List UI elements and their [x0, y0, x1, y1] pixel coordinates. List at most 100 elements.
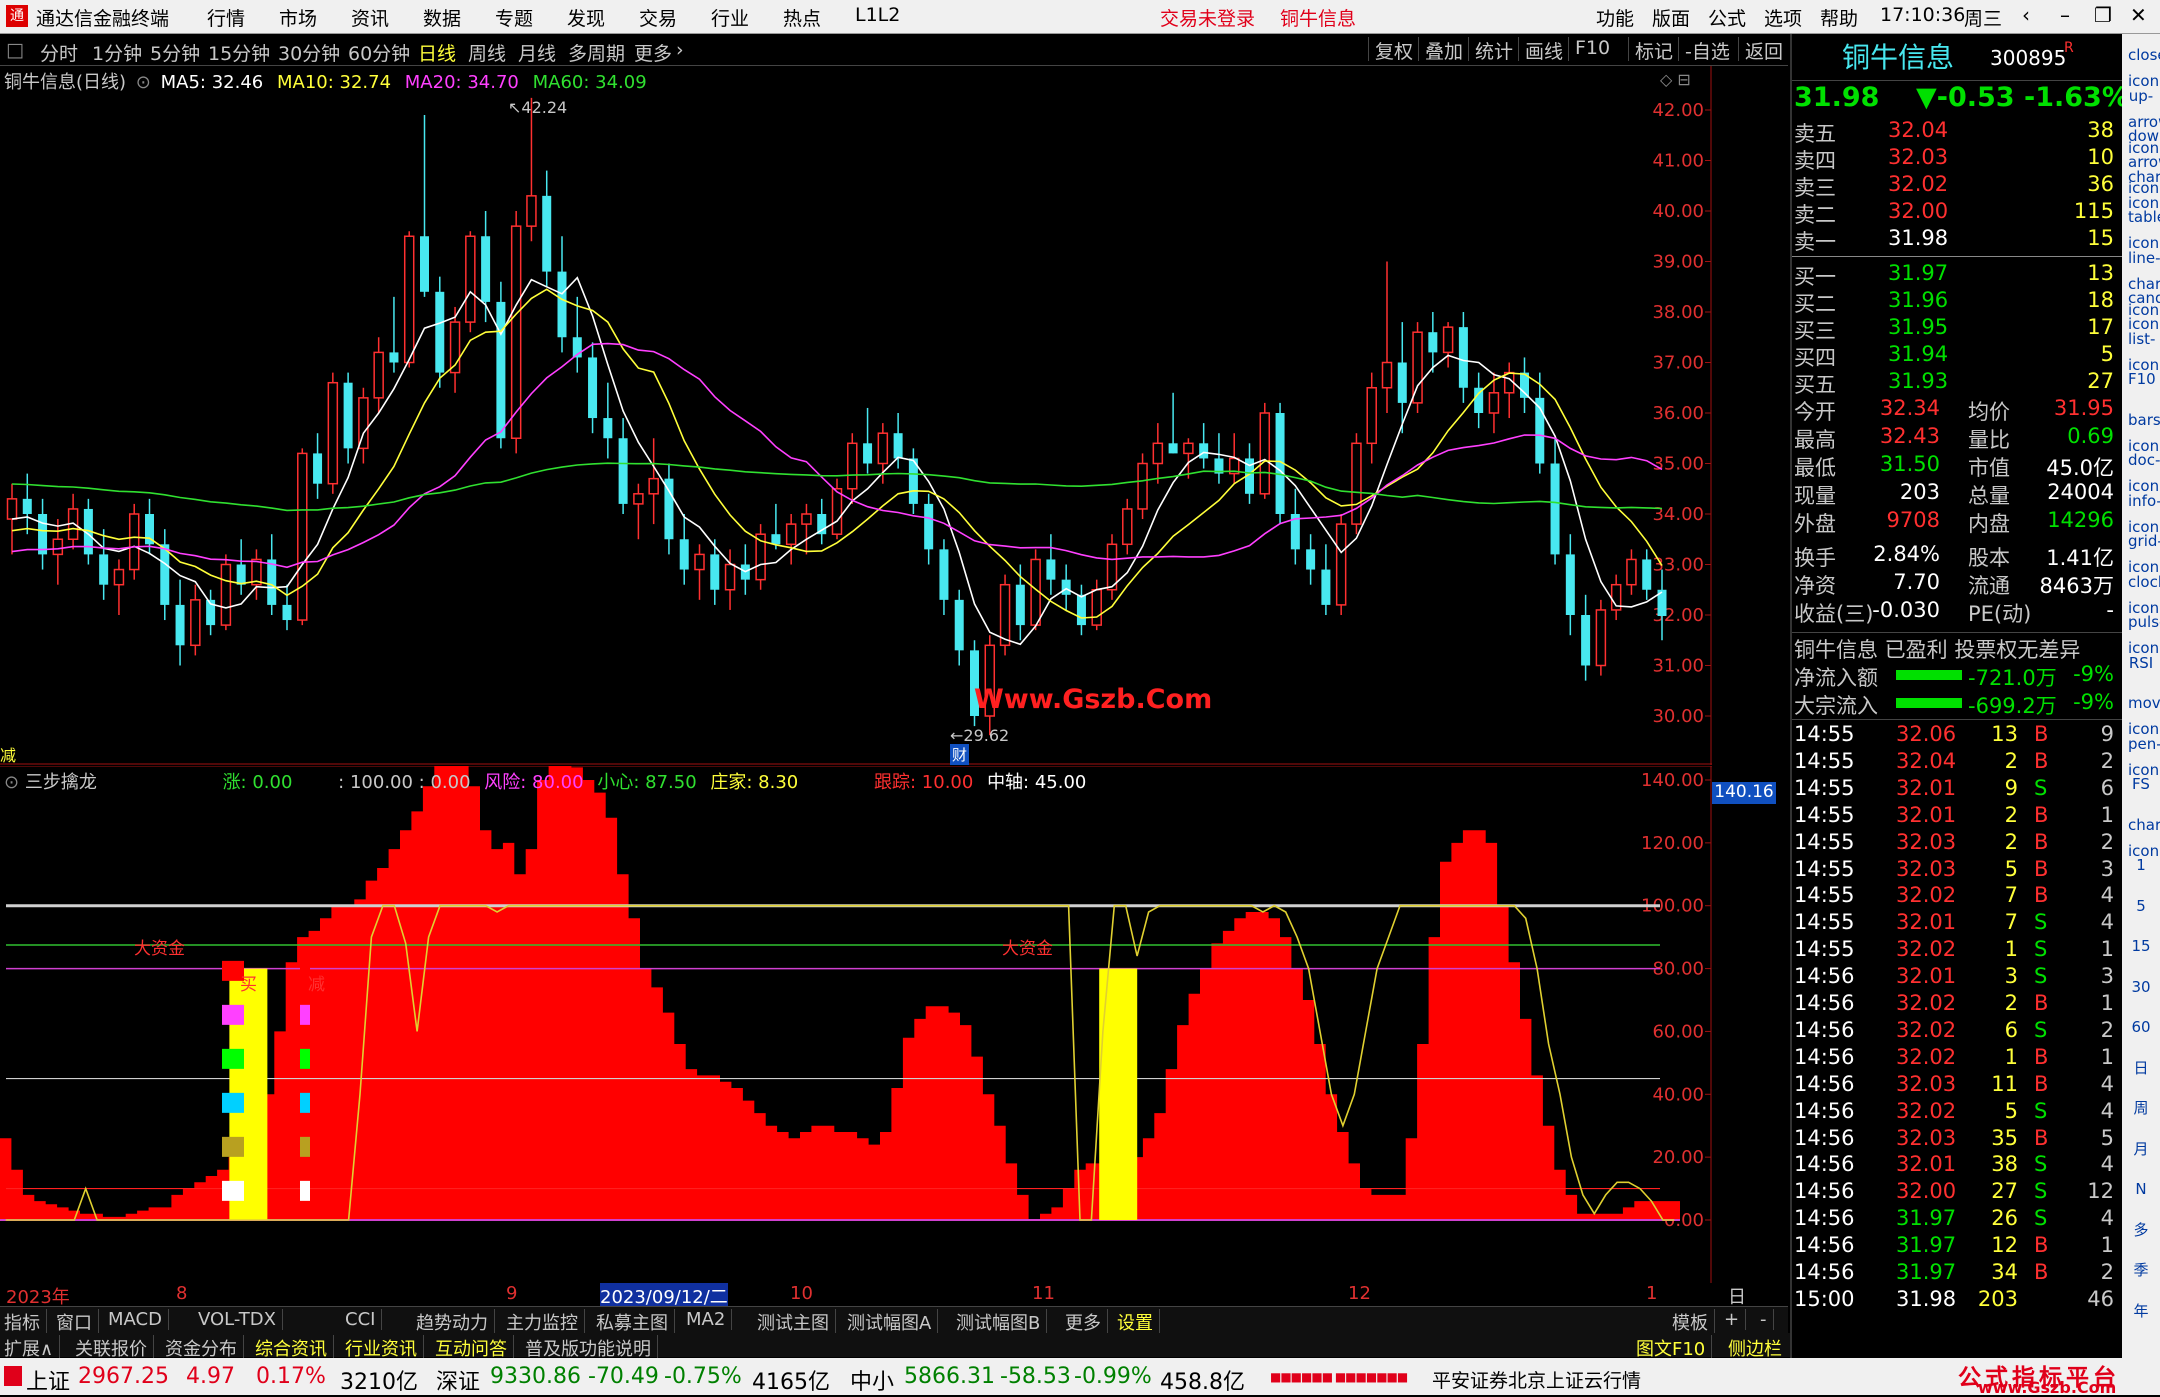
minimize-icon[interactable]: – [2060, 3, 2070, 27]
tick-row[interactable]: 14:56 31.97 34 B 2 [1792, 1260, 2118, 1286]
period-more[interactable]: 更多 [634, 39, 672, 66]
candle-icon[interactable]: candle-icon [2128, 285, 2160, 333]
period-shortcut-18[interactable]: FS [2128, 771, 2154, 797]
settings-icon[interactable]: ⊙ [136, 72, 151, 93]
period-multi[interactable]: 多周期 [568, 39, 625, 66]
btn-diejia[interactable]: 叠加 [1418, 37, 1463, 63]
tick-row[interactable]: 14:56 32.03 35 B 5 [1792, 1126, 2118, 1152]
period-shortcut-15[interactable]: RSI [2128, 650, 2154, 676]
caibao-marker[interactable]: 财 [950, 744, 970, 765]
tick-row[interactable]: 14:55 32.01 7 S 4 [1792, 910, 2118, 936]
period-shortcut-31[interactable]: 年 [2128, 1298, 2154, 1324]
btn-huaxian[interactable]: 画线 [1518, 37, 1563, 63]
indicator-tab[interactable]: MA2 [686, 1309, 733, 1330]
restore-icon[interactable]: ❐ [2094, 3, 2112, 27]
chart-icon[interactable]: chart-icon [2128, 164, 2160, 212]
menu-shuju[interactable]: 数据 [423, 4, 461, 31]
period-shortcut-30[interactable]: 季 [2128, 1257, 2154, 1283]
period-shortcut-22[interactable]: 15 [2128, 933, 2154, 959]
bid-row[interactable]: 买五 31.93 27 [1792, 369, 2118, 397]
up-arrow-icon[interactable]: up-arrow-icon [2128, 83, 2160, 157]
remove-tab-button[interactable]: - [1760, 1309, 1774, 1330]
btn-fanhui[interactable]: 返回 [1738, 37, 1783, 63]
menu-l1l2[interactable]: L1L2 [855, 4, 900, 26]
tick-row[interactable]: 15:00 31.98 203 46 [1792, 1287, 2118, 1313]
tick-row[interactable]: 14:56 31.97 12 B 1 [1792, 1233, 2118, 1259]
indicator-tab[interactable]: 私募主图 [596, 1309, 675, 1335]
line-chart-icon[interactable]: line-chart-icon [2128, 245, 2160, 319]
clock-icon[interactable]: clock-icon [2128, 569, 2160, 617]
indicator-name[interactable]: 三步擒龙 [25, 772, 97, 793]
pulse-icon[interactable]: pulse-icon [2128, 609, 2160, 657]
zx-label[interactable]: 中小 [850, 1364, 894, 1396]
period-daily[interactable]: 日线 [418, 39, 456, 66]
tick-row[interactable]: 14:55 32.04 2 B 2 [1792, 749, 2118, 775]
period-shortcut-8[interactable]: F10 [2128, 366, 2156, 392]
btn-f10[interactable]: F10 [1568, 37, 1610, 61]
indicator-tab[interactable]: CCI [345, 1309, 383, 1330]
tick-row[interactable]: 14:56 32.02 5 S 4 [1792, 1099, 2118, 1125]
menu-faxian[interactable]: 发现 [567, 4, 605, 31]
menu-jiaoyi[interactable]: 交易 [639, 4, 677, 31]
indicator-tab[interactable]: 窗口 [56, 1309, 99, 1335]
period-shortcut-21[interactable]: 5 [2128, 893, 2154, 919]
server-name[interactable]: 平安证券北京上证云行情 [1432, 1366, 1641, 1393]
tick-row[interactable]: 14:56 32.00 27 S 12 [1792, 1179, 2118, 1205]
add-tab-button[interactable]: + [1724, 1309, 1747, 1330]
down-arrow-icon[interactable]: down-arrow-icon [2128, 123, 2160, 197]
period-5min[interactable]: 5分钟 [150, 39, 200, 66]
period-shortcut-27[interactable]: 月 [2128, 1136, 2154, 1162]
tick-row[interactable]: 14:55 32.03 5 B 3 [1792, 857, 2118, 883]
sh-label[interactable]: 上证 [26, 1364, 70, 1396]
period-15min[interactable]: 15分钟 [208, 39, 270, 66]
chart-mode-icon[interactable]: ◇ ⊟ [1660, 70, 1691, 89]
list-icon[interactable]: list-icon [2128, 326, 2159, 374]
table-icon[interactable]: table-icon [2128, 204, 2160, 252]
ask-row[interactable]: 卖五 32.04 38 [1792, 118, 2118, 146]
indicator-svg[interactable]: 140.00120.00100.0080.0060.0040.0020.000.… [0, 764, 1712, 1283]
period-shortcut-20[interactable]: 1 [2128, 852, 2154, 878]
ask-row[interactable]: 卖三 32.02 36 [1792, 172, 2118, 200]
main-kline-chart[interactable]: 42.00 41.00 40.00 39.00 38.00 37.00 36.00 35.00… [0, 66, 1712, 765]
menu-gongshi[interactable]: 公式 [1708, 4, 1746, 31]
indicator-tab[interactable]: 趋势动力 [416, 1309, 495, 1335]
period-60min[interactable]: 60分钟 [348, 39, 410, 66]
period-fenshi[interactable]: 分时 [40, 39, 78, 66]
btn-biaoji[interactable]: 标记 [1628, 37, 1673, 63]
indicator-tab[interactable]: 测试幅图A [847, 1309, 939, 1335]
period-shortcut-23[interactable]: 30 [2128, 974, 2154, 1000]
btn-zixuan[interactable]: -自选 [1678, 37, 1730, 63]
period-monthly[interactable]: 月线 [518, 39, 556, 66]
period-weekly[interactable]: 周线 [468, 39, 506, 66]
close-icon[interactable]: ✕ [2130, 3, 2147, 27]
ask-row[interactable]: 卖二 32.00 115 [1792, 199, 2118, 227]
tick-row[interactable]: 14:55 32.06 13 B 9 [1792, 722, 2118, 748]
ask-row[interactable]: 卖一 31.98 15 [1792, 226, 2118, 254]
move-icon[interactable]: move-icon [2128, 690, 2160, 738]
tick-row[interactable]: 14:55 32.01 9 S 6 [1792, 776, 2118, 802]
bid-row[interactable]: 买二 31.96 18 [1792, 288, 2118, 316]
indicator-tab[interactable]: 设置 [1117, 1309, 1160, 1335]
indicator-chart[interactable]: 140.00 120.00 100.00 80.00 60.00 40.00 20.00 0.… [0, 764, 1712, 1283]
bars-icon[interactable]: bars-icon [2128, 407, 2160, 455]
ask-row[interactable]: 卖四 32.03 10 [1792, 145, 2118, 173]
indicator-tab[interactable]: MACD [108, 1309, 169, 1330]
indicator-tab[interactable]: 指标 [4, 1309, 47, 1335]
menu-redian[interactable]: 热点 [783, 4, 821, 31]
trade-login-status[interactable]: 交易未登录 [1160, 4, 1255, 31]
doc-icon[interactable]: doc-icon [2128, 447, 2160, 495]
menu-zixun[interactable]: 资讯 [351, 4, 389, 31]
menu-gongneng[interactable]: 功能 [1596, 4, 1634, 31]
menu-xuanxiang[interactable]: 选项 [1764, 4, 1802, 31]
period-shortcut-24[interactable]: 60 [2128, 1014, 2154, 1040]
bid-row[interactable]: 买一 31.97 13 [1792, 261, 2118, 289]
tick-row[interactable]: 14:56 32.02 6 S 2 [1792, 1018, 2118, 1044]
tick-row[interactable]: 14:56 32.02 2 B 1 [1792, 991, 2118, 1017]
tick-row[interactable]: 14:55 32.02 7 B 4 [1792, 883, 2118, 909]
close-icon[interactable]: close-icon [2128, 42, 2160, 90]
indicator-tab[interactable]: 更多 [1065, 1309, 1108, 1335]
kline-svg[interactable]: 42.00 41.00 40.00 39.00 38.00 37.00 36.00 35.00… [0, 66, 1712, 765]
btn-fuquan[interactable]: 复权 [1368, 37, 1413, 63]
tick-row[interactable]: 14:55 32.03 2 B 2 [1792, 830, 2118, 856]
tick-row[interactable]: 14:56 32.01 38 S 4 [1792, 1152, 2118, 1178]
